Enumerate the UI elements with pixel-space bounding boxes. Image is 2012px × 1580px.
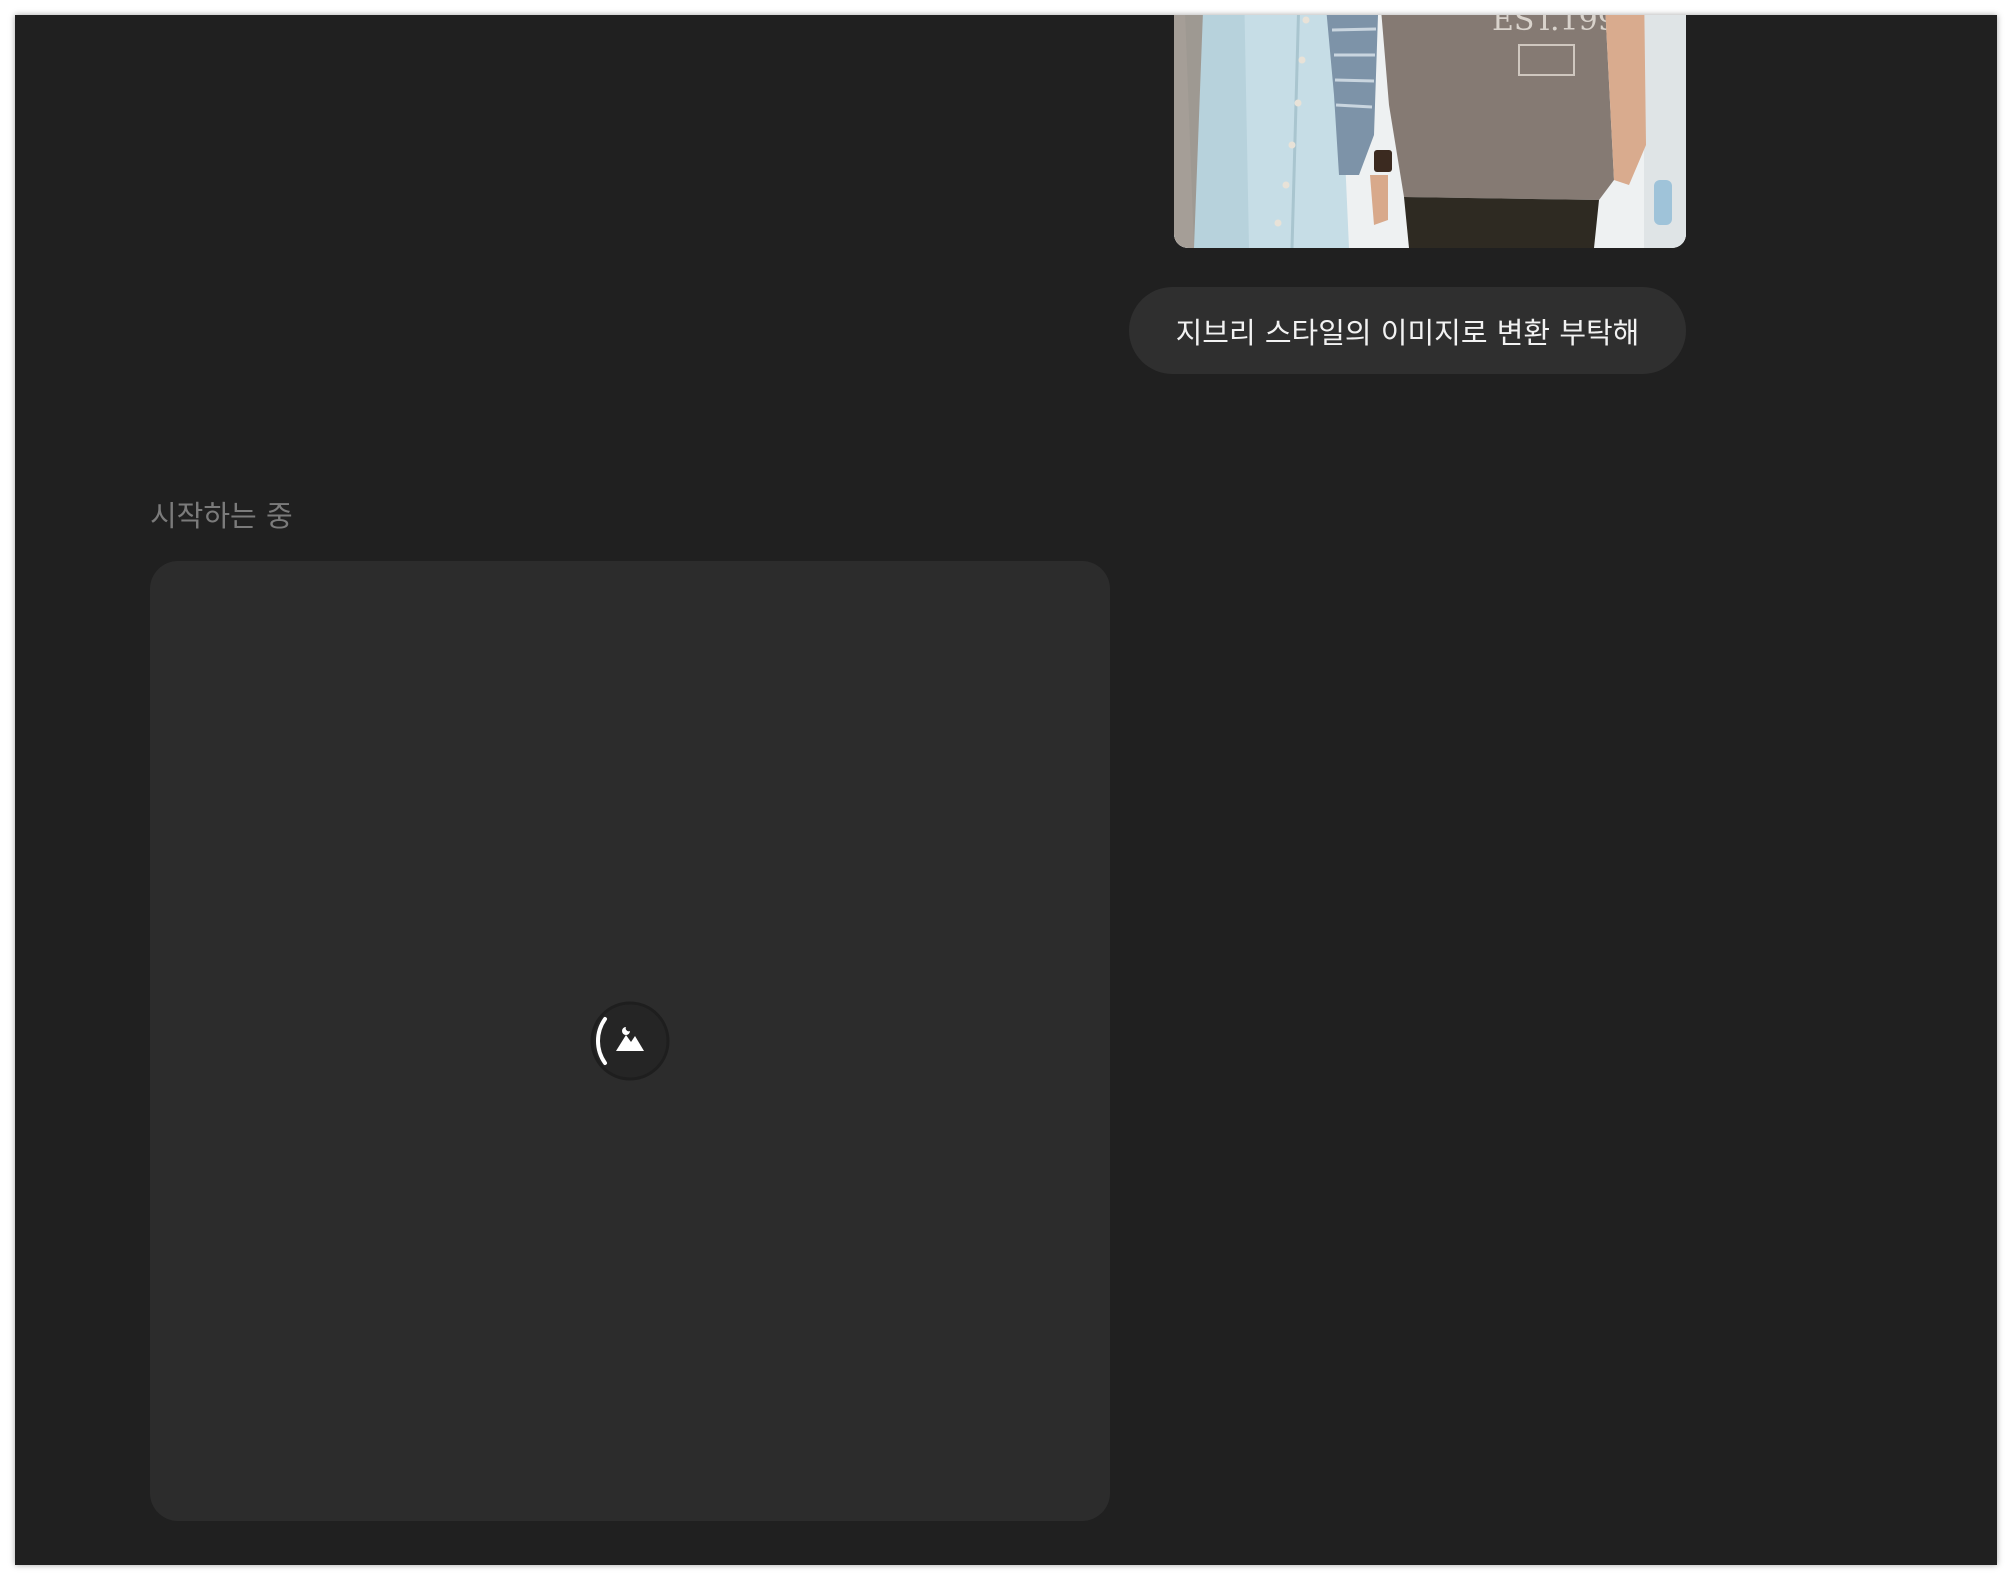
user-message-bubble: 지브리 스타일의 이미지로 변환 부탁해: [1129, 287, 1686, 374]
user-uploaded-photo[interactable]: EST.1999: [1174, 15, 1686, 248]
generation-status-text: 시작하는 중: [150, 499, 293, 533]
user-message-text: 지브리 스타일의 이미지로 변환 부탁해: [1175, 315, 1640, 350]
chat-window: EST.1999 지브리 스타일의 이미지로 변환 부탁해 시작하는 중: [15, 15, 1997, 1565]
image-generation-placeholder: [150, 561, 1110, 1521]
loading-spinner: [588, 999, 672, 1083]
photo-illustration: EST.1999: [1174, 15, 1686, 248]
